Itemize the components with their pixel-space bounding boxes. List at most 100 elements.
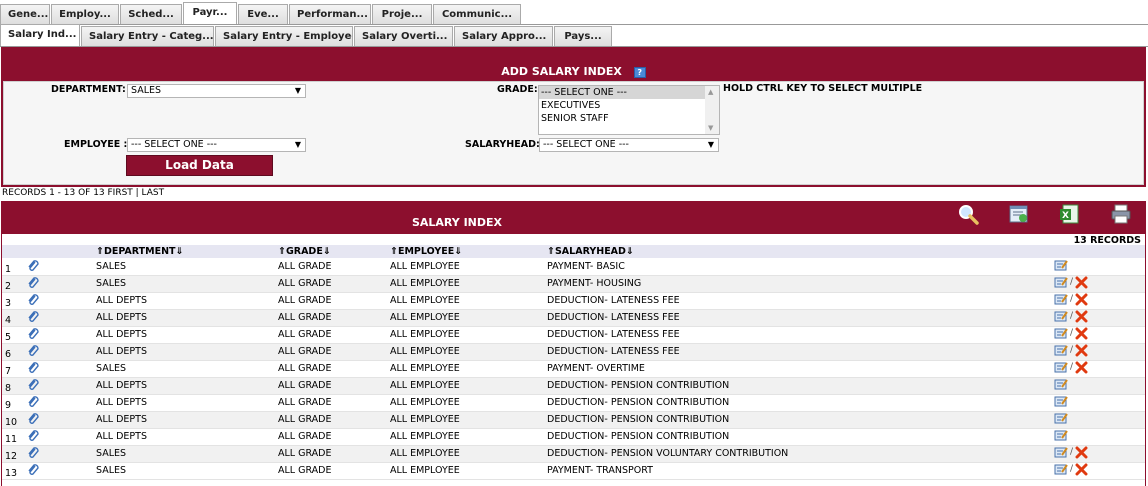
- tab-employee[interactable]: Employ...: [51, 4, 119, 24]
- edit-icon[interactable]: [1054, 446, 1068, 458]
- tab-projects[interactable]: Proje...: [372, 4, 432, 24]
- paperclip-icon[interactable]: [26, 447, 40, 460]
- paperclip-icon[interactable]: [26, 294, 40, 307]
- tab-salary-approval[interactable]: Salary Appro...: [454, 26, 553, 46]
- grade-cell: ALL GRADE: [276, 343, 388, 361]
- department-select[interactable]: SALES ▼: [127, 84, 306, 98]
- department-cell: SALES: [94, 275, 276, 293]
- salary-index-table: ⇑DEPARTMENT⇓ ⇑GRADE⇓ ⇑EMPLOYEE⇓ ⇑SALARYH…: [2, 245, 1145, 480]
- edit-icon[interactable]: [1054, 293, 1068, 305]
- grade-option[interactable]: --- SELECT ONE ---: [539, 86, 719, 99]
- delete-icon[interactable]: [1075, 276, 1088, 289]
- row-number: 5: [2, 326, 24, 344]
- scroll-down-icon[interactable]: ▼: [708, 124, 713, 132]
- row-number: 2: [2, 275, 24, 293]
- salaryhead-cell: PAYMENT- OVERTIME: [545, 360, 1052, 378]
- table-row: 9 ALL DEPTS ALL GRADE ALL EMPLOYEE DEDUCTION…: [2, 394, 1145, 412]
- edit-icon[interactable]: [1054, 463, 1068, 475]
- department-cell: SALES: [94, 360, 276, 378]
- paperclip-icon[interactable]: [26, 379, 40, 392]
- actions-cell: /: [1052, 275, 1145, 293]
- printer-icon[interactable]: [1110, 203, 1132, 225]
- paperclip-icon[interactable]: [26, 277, 40, 290]
- edit-icon[interactable]: [1054, 344, 1068, 356]
- edit-icon[interactable]: [1054, 327, 1068, 339]
- paperclip-icon[interactable]: [26, 345, 40, 358]
- attach-cell: [24, 360, 94, 378]
- grade-listbox[interactable]: --- SELECT ONE --- EXECUTIVES SENIOR STA…: [538, 85, 720, 135]
- magnifier-icon[interactable]: [957, 203, 979, 225]
- table-row: 11 ALL DEPTS ALL GRADE ALL EMPLOYEE DEDUCTIO…: [2, 428, 1145, 446]
- paperclip-icon[interactable]: [26, 311, 40, 324]
- department-cell: ALL DEPTS: [94, 428, 276, 446]
- table-row: 5 ALL DEPTS ALL GRADE ALL EMPLOYEE DEDUCTION…: [2, 326, 1145, 344]
- tab-salary-overtime[interactable]: Salary Overti...: [354, 26, 453, 46]
- tab-salary-entry-category[interactable]: Salary Entry - Categ...: [81, 26, 214, 46]
- tab-performance[interactable]: Performan...: [289, 4, 371, 24]
- attach-cell: [24, 343, 94, 361]
- sort-salaryhead-header[interactable]: ⇑SALARYHEAD⇓: [545, 245, 1052, 259]
- delete-icon[interactable]: [1075, 344, 1088, 357]
- actions-cell: [1052, 411, 1145, 429]
- employee-select-value: --- SELECT ONE ---: [131, 139, 217, 150]
- results-title: SALARY INDEX: [411, 216, 503, 229]
- employee-select[interactable]: --- SELECT ONE --- ▼: [127, 138, 306, 152]
- paperclip-icon[interactable]: [26, 430, 40, 443]
- edit-icon[interactable]: [1054, 310, 1068, 322]
- tab-salary-entry-employee[interactable]: Salary Entry - Employee: [215, 26, 353, 46]
- attach-cell: [24, 326, 94, 344]
- delete-icon[interactable]: [1075, 361, 1088, 374]
- edit-icon[interactable]: [1054, 412, 1068, 424]
- sort-employee-header[interactable]: ⇑EMPLOYEE⇓: [388, 245, 545, 259]
- delete-icon[interactable]: [1075, 310, 1088, 323]
- tab-communication[interactable]: Communic...: [433, 4, 521, 24]
- action-separator: /: [1070, 447, 1074, 458]
- actions-cell: [1052, 377, 1145, 395]
- paperclip-icon[interactable]: [26, 413, 40, 426]
- actions-cell: /: [1052, 326, 1145, 344]
- paperclip-icon[interactable]: [26, 396, 40, 409]
- tab-payroll[interactable]: Payr...: [183, 2, 237, 24]
- delete-icon[interactable]: [1075, 327, 1088, 340]
- grade-option[interactable]: EXECUTIVES: [539, 99, 719, 112]
- department-cell: SALES: [94, 258, 276, 276]
- tab-general[interactable]: Gene...: [0, 4, 50, 24]
- employee-cell: ALL EMPLOYEE: [388, 326, 545, 344]
- paperclip-icon[interactable]: [26, 260, 40, 273]
- delete-icon[interactable]: [1075, 293, 1088, 306]
- paperclip-icon[interactable]: [26, 362, 40, 375]
- help-icon[interactable]: ?: [633, 66, 646, 78]
- delete-icon[interactable]: [1075, 463, 1088, 476]
- tab-schedule[interactable]: Sched...: [120, 4, 182, 24]
- grade-listbox-scrollbar[interactable]: ▲ ▼: [705, 86, 719, 134]
- delete-icon[interactable]: [1075, 446, 1088, 459]
- salaryhead-select[interactable]: --- SELECT ONE --- ▼: [539, 138, 719, 152]
- tab-events[interactable]: Eve...: [238, 4, 288, 24]
- edit-icon[interactable]: [1054, 395, 1068, 407]
- employee-cell: ALL EMPLOYEE: [388, 292, 545, 310]
- table-row: 3 ALL DEPTS ALL GRADE ALL EMPLOYEE DEDUCTION…: [2, 292, 1145, 310]
- tab-salary-index[interactable]: Salary Ind...: [0, 24, 80, 46]
- department-cell: ALL DEPTS: [94, 292, 276, 310]
- grade-hint: HOLD CTRL KEY TO SELECT MULTIPLE: [723, 83, 923, 94]
- department-label: DEPARTMENT:: [51, 84, 126, 95]
- edit-icon[interactable]: [1054, 276, 1068, 288]
- tab-payslip[interactable]: Pays...: [554, 26, 612, 46]
- records-pagination[interactable]: RECORDS 1 - 13 OF 13 FIRST | LAST: [2, 188, 164, 200]
- load-data-button[interactable]: Load Data: [126, 155, 273, 176]
- grade-option[interactable]: SENIOR STAFF: [539, 112, 719, 125]
- actions-cell: [1052, 394, 1145, 412]
- edit-icon[interactable]: [1054, 259, 1068, 271]
- scroll-up-icon[interactable]: ▲: [708, 88, 713, 96]
- paperclip-icon[interactable]: [26, 328, 40, 341]
- edit-icon[interactable]: [1054, 361, 1068, 373]
- report-icon[interactable]: [1008, 203, 1030, 225]
- paperclip-icon[interactable]: [26, 464, 40, 477]
- sort-grade-header[interactable]: ⇑GRADE⇓: [276, 245, 388, 259]
- salary-index-results-header: SALARY INDEX X: [1, 201, 1146, 234]
- salaryhead-cell: DEDUCTION- PENSION CONTRIBUTION: [545, 428, 1052, 446]
- edit-icon[interactable]: [1054, 429, 1068, 441]
- sort-department-header[interactable]: ⇑DEPARTMENT⇓: [94, 245, 276, 259]
- excel-icon[interactable]: X: [1059, 203, 1081, 225]
- edit-icon[interactable]: [1054, 378, 1068, 390]
